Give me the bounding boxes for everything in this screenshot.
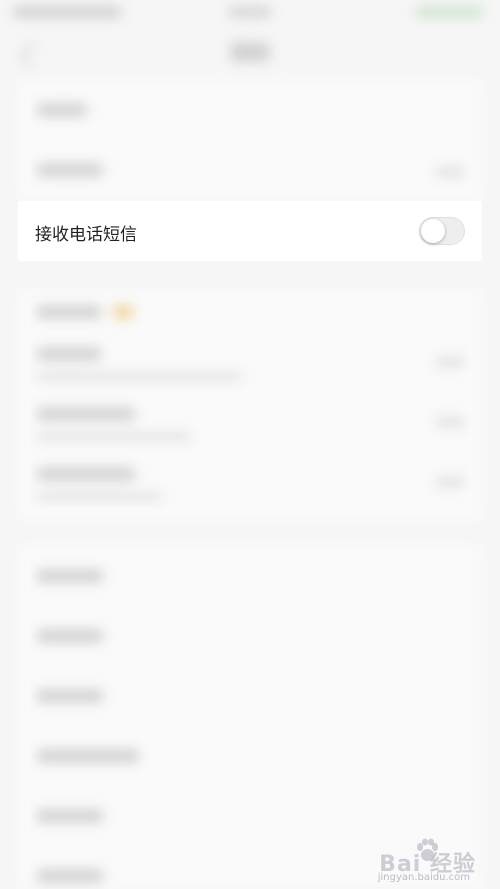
setting-row-blurred[interactable] (36, 569, 104, 583)
receive-sms-label: 接收电话短信 (35, 225, 137, 245)
nav-title (230, 42, 270, 62)
setting-row-blurred[interactable] (36, 103, 88, 117)
setting-row-value-blurred (434, 476, 466, 488)
status-bar-carrier (12, 6, 122, 18)
setting-row-subtitle-blurred (36, 432, 192, 441)
setting-row-blurred[interactable] (36, 407, 136, 421)
setting-row-blurred[interactable] (36, 749, 140, 763)
setting-row-blurred[interactable] (36, 689, 104, 703)
status-bar (0, 0, 500, 30)
setting-row-blurred[interactable] (36, 869, 104, 883)
settings-group-1 (18, 80, 482, 200)
setting-row-value-blurred (434, 356, 466, 368)
setting-row-value-blurred (434, 416, 466, 428)
blurred-background (0, 0, 500, 889)
status-bar-battery (414, 6, 484, 18)
setting-row-subtitle-blurred (36, 492, 162, 501)
setting-row-value-blurred (434, 166, 466, 178)
settings-group-3 (18, 545, 482, 889)
section-header-blurred (36, 305, 102, 319)
receive-sms-setting-row[interactable]: 接收电话短信 (18, 201, 482, 261)
settings-group-2 (18, 290, 482, 520)
nav-bar (0, 30, 500, 80)
setting-row-blurred[interactable] (36, 347, 102, 361)
status-bar-time (228, 6, 272, 18)
setting-row-subtitle-blurred (36, 372, 242, 381)
setting-row-blurred[interactable] (36, 629, 104, 643)
setting-row-blurred[interactable] (36, 809, 104, 823)
back-icon[interactable] (19, 41, 46, 68)
setting-row-blurred[interactable] (36, 163, 104, 177)
badge-icon (112, 305, 134, 319)
toggle-knob (421, 219, 445, 243)
receive-sms-toggle[interactable] (419, 217, 465, 245)
setting-row-blurred[interactable] (36, 467, 136, 481)
watermark-url: jingyan.baidu.com (377, 872, 470, 883)
